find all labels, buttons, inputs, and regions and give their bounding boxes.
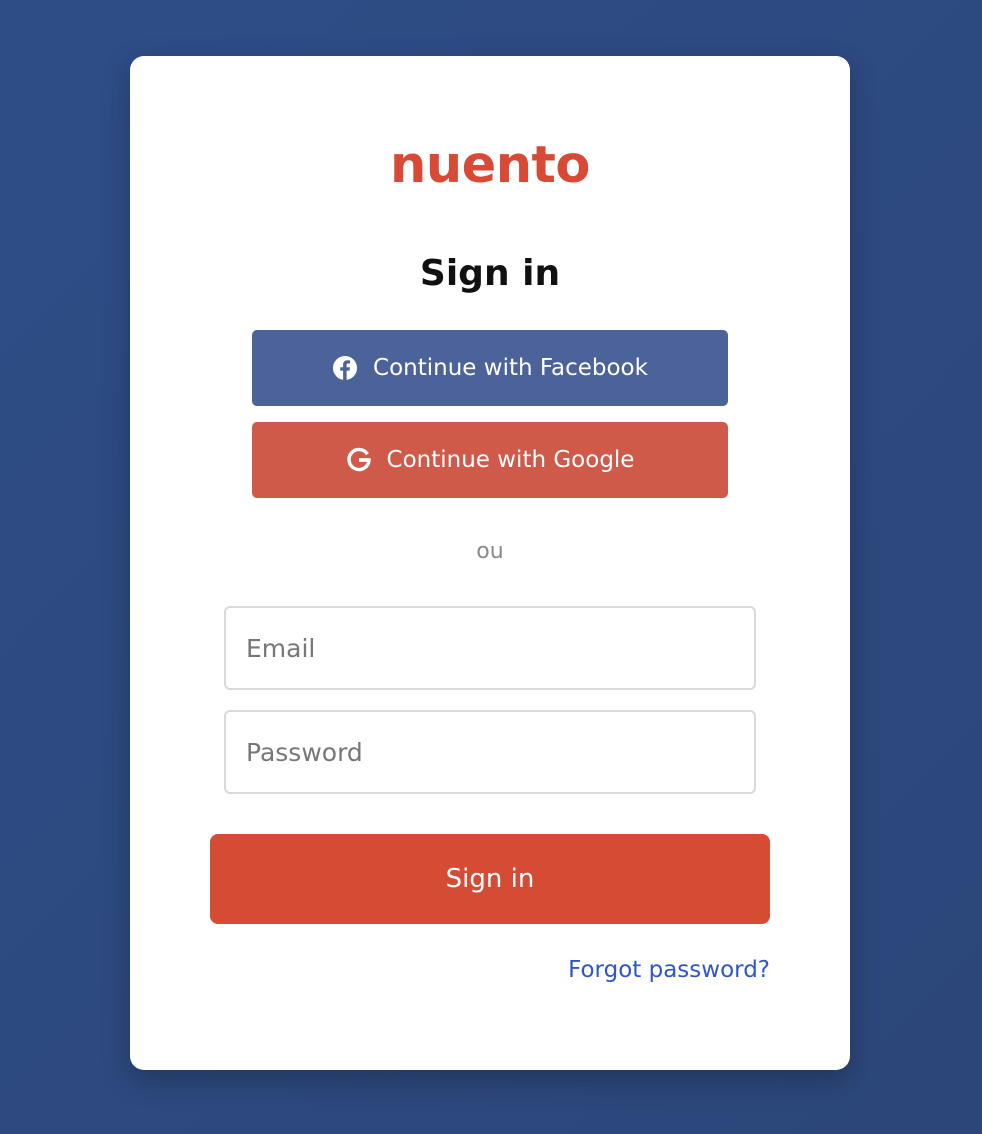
google-icon [346,447,372,473]
facebook-button-label: Continue with Facebook [373,355,648,381]
or-divider: ou [476,539,504,564]
page-title: Sign in [419,253,561,294]
sign-in-button[interactable]: Sign in [210,834,770,924]
continue-with-google-button[interactable]: Continue with Google [252,422,728,498]
facebook-icon [332,355,358,381]
forgot-password-link[interactable]: Forgot password? [568,957,770,983]
continue-with-facebook-button[interactable]: Continue with Facebook [252,330,728,406]
brand-logo: nuento [390,136,590,195]
email-field[interactable] [224,606,756,690]
password-field[interactable] [224,710,756,794]
login-page: nuento Sign in Continue with Facebook Co… [0,0,982,1134]
google-button-label: Continue with Google [386,447,635,473]
